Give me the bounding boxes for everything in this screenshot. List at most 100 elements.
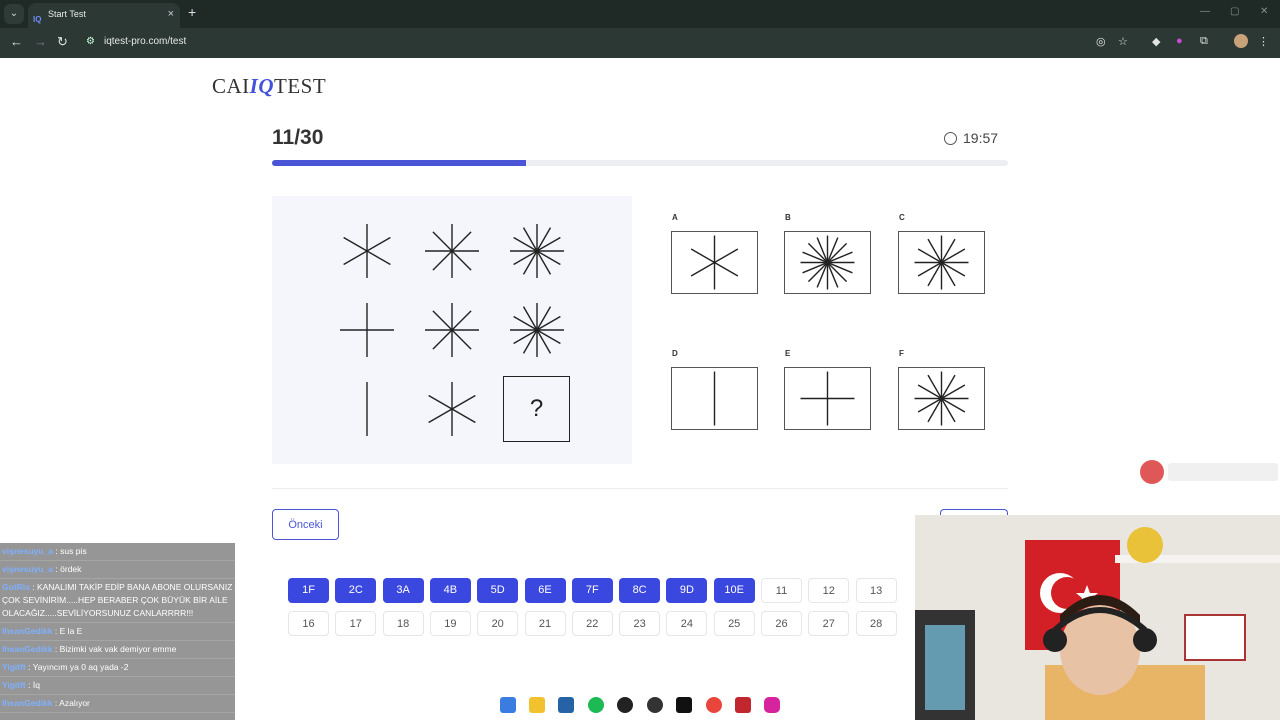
- option-label-e: E: [785, 349, 791, 358]
- chrome-icon[interactable]: [706, 697, 722, 713]
- webcam-overlay: [915, 515, 1280, 720]
- question-nav-button[interactable]: 9D: [666, 578, 708, 603]
- menu-icon[interactable]: ⋮: [1258, 35, 1269, 48]
- chat-message: GotRix : KANALIMI TAKİP EDİP BANA ABONE …: [0, 579, 235, 623]
- taskbar: [496, 693, 786, 717]
- bookmark-star-icon[interactable]: ☆: [1118, 35, 1128, 48]
- back-icon[interactable]: ←: [10, 34, 23, 49]
- question-nav-button[interactable]: 11: [761, 578, 802, 603]
- puzzle-question-cell: ?: [503, 376, 570, 442]
- option-e[interactable]: [784, 367, 871, 430]
- eye-off-icon[interactable]: ◎: [1096, 35, 1106, 48]
- minimize-icon[interactable]: —: [1200, 6, 1210, 17]
- question-nav-button[interactable]: 8C: [619, 578, 661, 603]
- option-c[interactable]: [898, 231, 985, 294]
- watermark-text: [1168, 463, 1278, 481]
- question-nav-button[interactable]: 7F: [571, 578, 613, 603]
- question-nav-button[interactable]: 24: [666, 611, 708, 636]
- chat-message: vişnesuyu_a : sus pis: [0, 543, 235, 561]
- option-f[interactable]: [898, 367, 985, 430]
- question-nav-button[interactable]: 16: [288, 611, 329, 636]
- option-figure: [800, 235, 855, 290]
- question-nav-button[interactable]: 6E: [524, 578, 566, 603]
- question-nav-button[interactable]: 19: [429, 611, 471, 636]
- maximize-icon[interactable]: ▢: [1230, 6, 1239, 17]
- address-bar[interactable]: ⚙ iqtest-pro.com/test: [80, 32, 1140, 54]
- question-nav-button[interactable]: 22: [571, 611, 613, 636]
- app-icon[interactable]: [617, 697, 633, 713]
- app-icon[interactable]: [735, 697, 751, 713]
- option-label-d: D: [672, 349, 678, 358]
- option-label-f: F: [899, 349, 904, 358]
- puzzle-figure-1: [343, 224, 391, 278]
- question-nav-button[interactable]: 23: [619, 611, 661, 636]
- new-tab-icon[interactable]: +: [188, 4, 196, 20]
- question-nav-button[interactable]: 1F: [288, 578, 329, 603]
- close-tab-icon[interactable]: ×: [168, 3, 174, 25]
- question-nav-button[interactable]: 28: [855, 611, 897, 636]
- previous-button[interactable]: Önceki: [272, 509, 339, 540]
- chat-username: GotRix: [2, 582, 30, 592]
- question-nav-button[interactable]: 27: [808, 611, 850, 636]
- chat-message: IhsanGedikk : Azalıyor: [0, 695, 235, 713]
- question-nav-button[interactable]: 17: [335, 611, 377, 636]
- question-nav-button[interactable]: 2C: [335, 578, 377, 603]
- browser-tab-strip: ⌄ IQ Start Test × + — ▢ ✕: [0, 0, 1280, 28]
- forward-icon[interactable]: →: [34, 34, 47, 49]
- chat-message: Yigitft : İq: [0, 677, 235, 695]
- option-b[interactable]: [784, 231, 871, 294]
- option-figure: [914, 371, 969, 426]
- epic-games-icon[interactable]: [676, 697, 692, 713]
- chat-text: : Bizimki vak vak demiyor emme: [52, 644, 177, 654]
- chat-username: IhsanGedikk: [2, 698, 53, 708]
- close-window-icon[interactable]: ✕: [1260, 6, 1268, 17]
- option-d[interactable]: [671, 367, 758, 430]
- option-figure-star-12: [914, 371, 969, 426]
- question-nav-button[interactable]: 5D: [477, 578, 519, 603]
- question-nav-button[interactable]: 4B: [429, 578, 471, 603]
- site-info-icon[interactable]: ⚙: [86, 36, 95, 47]
- puzzle-figure-5: [425, 303, 479, 357]
- puzzle-figure-4: [340, 303, 394, 357]
- obs-icon[interactable]: [647, 697, 663, 713]
- webcam-scene: [915, 515, 1280, 720]
- option-figure: [690, 235, 739, 290]
- site-logo[interactable]: CAIIQTEST: [212, 74, 326, 99]
- question-nav-button[interactable]: 12: [808, 578, 850, 603]
- watermark-logo: [1140, 460, 1164, 484]
- question-nav-button[interactable]: 13: [855, 578, 897, 603]
- chat-message: IhsanGedikk : E la E: [0, 623, 235, 641]
- windows-start-icon[interactable]: [500, 697, 516, 713]
- extensions-puzzle-icon[interactable]: ⧉: [1200, 35, 1208, 48]
- file-explorer-icon[interactable]: [529, 697, 545, 713]
- question-nav-button[interactable]: 3A: [382, 578, 424, 603]
- spotify-icon[interactable]: [588, 697, 604, 713]
- chat-text: : Yayıncım ya 0 aq yada -2: [25, 662, 129, 672]
- option-figure-cross: [800, 371, 855, 426]
- profile-avatar[interactable]: [1234, 34, 1248, 48]
- tab-title: Start Test: [48, 9, 86, 19]
- chat-text: : Azalıyor: [52, 698, 90, 708]
- question-nav-button[interactable]: 25: [713, 611, 755, 636]
- question-nav-button[interactable]: 21: [524, 611, 566, 636]
- browser-toolbar: ← → ↻ ⚙ iqtest-pro.com/test ◎ ☆ ◆ ● ⧉ ⋮: [0, 28, 1280, 58]
- question-nav-button[interactable]: 20: [477, 611, 519, 636]
- tab-search-icon[interactable]: ⌄: [4, 4, 24, 24]
- puzzle-matrix: ?: [272, 196, 632, 464]
- question-nav-button[interactable]: 26: [761, 611, 802, 636]
- question-nav-button[interactable]: 10E: [713, 578, 755, 603]
- chat-message: Yigitft : Yayıncım ya 0 aq yada -2: [0, 659, 235, 677]
- reload-icon[interactable]: ↻: [57, 34, 68, 50]
- chat-username: vişnesuyu_a: [2, 564, 54, 574]
- option-a[interactable]: [671, 231, 758, 294]
- extension-icon[interactable]: ◆: [1152, 35, 1160, 48]
- tab-start-test[interactable]: IQ Start Test ×: [28, 3, 180, 28]
- extension-icon[interactable]: ●: [1176, 35, 1183, 47]
- option-label-b: B: [785, 213, 791, 222]
- store-icon[interactable]: [558, 697, 574, 713]
- question-nav-button[interactable]: 18: [382, 611, 424, 636]
- chat-username: IhsanGedikk: [2, 626, 53, 636]
- instagram-icon[interactable]: [764, 697, 780, 713]
- timer: 19:57: [944, 130, 998, 146]
- chat-username: Yigitft: [2, 662, 26, 672]
